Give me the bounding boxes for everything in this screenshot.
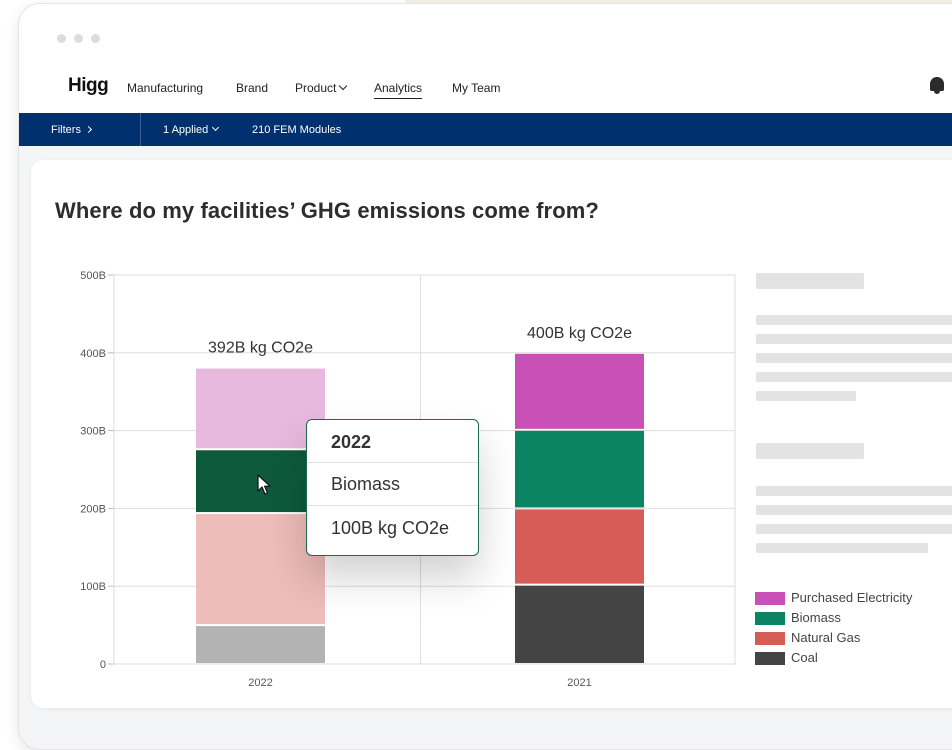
tooltip-divider bbox=[307, 462, 478, 463]
loading-placeholder bbox=[756, 486, 952, 496]
mouse-pointer-icon bbox=[257, 474, 271, 495]
loading-placeholder bbox=[756, 505, 952, 515]
bar-segment-purchased-electricity-2021 bbox=[515, 353, 644, 429]
bar-segment-coal-2022 bbox=[196, 626, 325, 663]
x-tick-label: 2022 bbox=[248, 677, 272, 689]
tooltip-year: 2022 bbox=[331, 432, 372, 452]
y-tick-label: 0 bbox=[100, 659, 106, 671]
loading-placeholder bbox=[756, 273, 864, 289]
legend-swatch bbox=[755, 592, 785, 605]
loading-placeholder bbox=[756, 372, 952, 382]
legend-label: Coal bbox=[791, 650, 818, 665]
y-tick-label: 500B bbox=[80, 270, 106, 282]
loading-placeholder bbox=[756, 543, 928, 553]
loading-placeholder bbox=[756, 315, 952, 325]
legend-label: Natural Gas bbox=[791, 630, 861, 645]
y-tick-label: 300B bbox=[80, 426, 106, 438]
tooltip-value: 100B kg CO2e bbox=[331, 518, 450, 538]
bar-total-label: 392B kg CO2e bbox=[208, 340, 313, 357]
legend-swatch bbox=[755, 612, 785, 625]
y-tick-label: 400B bbox=[80, 348, 106, 360]
loading-placeholder bbox=[756, 524, 952, 534]
loading-placeholder bbox=[756, 443, 864, 459]
loading-placeholder bbox=[756, 334, 952, 344]
bar-segment-biomass-2021 bbox=[515, 430, 644, 508]
y-tick-label: 200B bbox=[80, 503, 106, 515]
chart-tooltip: 2022 Biomass 100B kg CO2e bbox=[306, 419, 479, 556]
legend-swatch bbox=[755, 652, 785, 665]
bar-segment-coal-2021 bbox=[515, 585, 644, 663]
tooltip-divider bbox=[307, 505, 478, 506]
loading-placeholder bbox=[756, 353, 952, 363]
loading-placeholder bbox=[756, 391, 856, 401]
bar-total-label: 400B kg CO2e bbox=[527, 325, 632, 342]
legend-label: Biomass bbox=[791, 610, 841, 625]
bar-segment-natural-gas-2021 bbox=[515, 509, 644, 584]
legend-label: Purchased Electricity bbox=[791, 590, 913, 605]
tooltip-category: Biomass bbox=[331, 474, 401, 494]
legend-swatch bbox=[755, 632, 785, 645]
y-tick-label: 100B bbox=[80, 581, 106, 593]
x-tick-label: 2021 bbox=[567, 677, 591, 689]
